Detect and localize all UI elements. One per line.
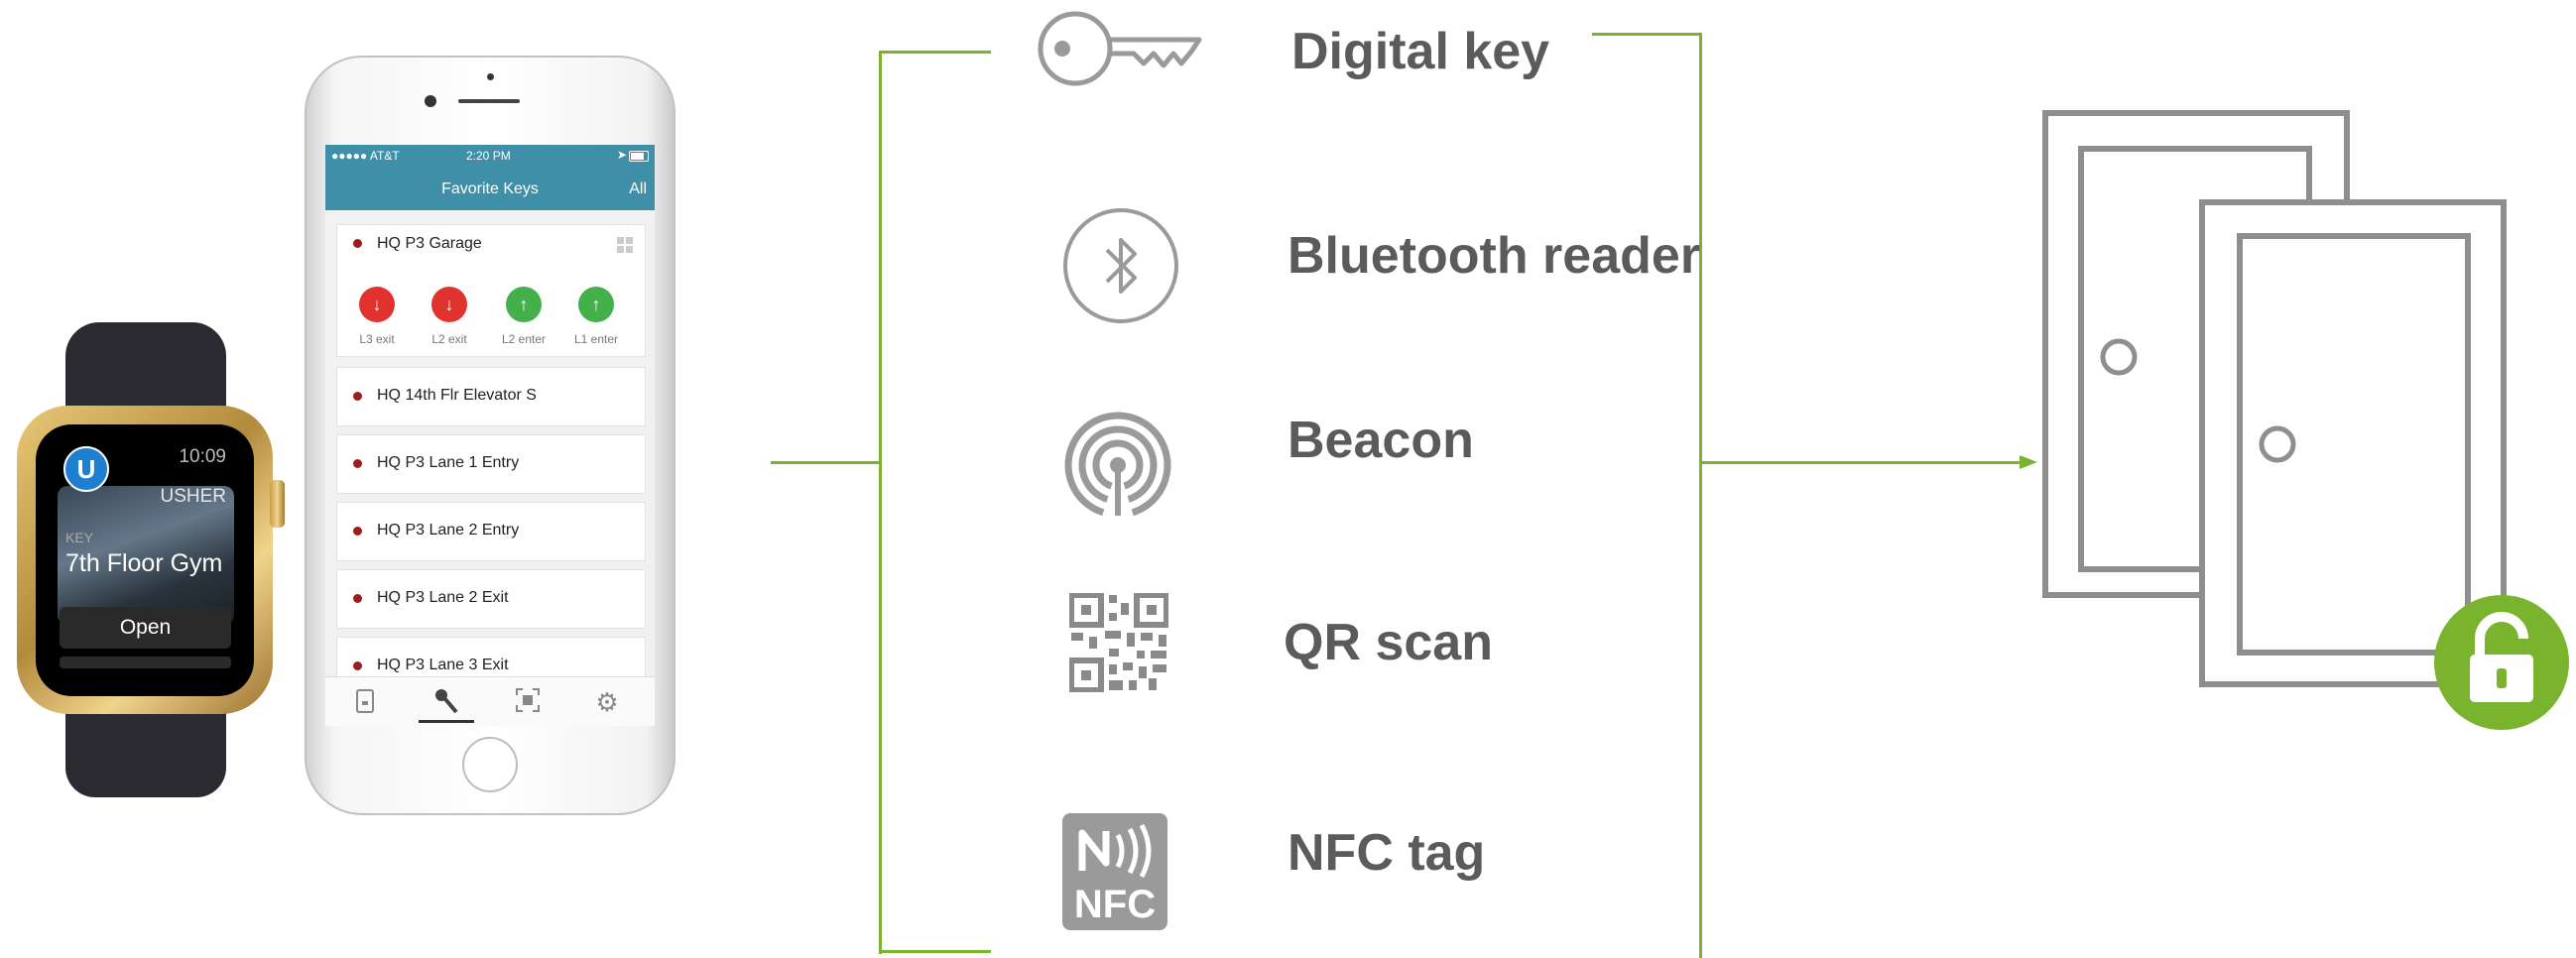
watch-app-logo: U [63, 446, 109, 492]
option-digital-key: Digital key [1291, 23, 1550, 80]
status-carrier: ●●●●● AT&T [331, 149, 400, 163]
key-tab-icon [435, 689, 458, 714]
bluetooth-icon [1063, 208, 1178, 323]
nfc-tag-icon: NFC [1062, 813, 1167, 930]
scan-icon [516, 688, 540, 712]
gate-button-up[interactable]: ↑ [506, 287, 542, 322]
watch-screen: U 10:09 USHER KEY 7th Floor Gym Open [36, 424, 254, 696]
watch-key-name: 7th Floor Gym [65, 549, 223, 577]
phone-sensor [487, 73, 494, 80]
right-bracket-top [1592, 33, 1702, 36]
watch-next-item[interactable] [60, 657, 231, 668]
option-beacon: Beacon [1288, 412, 1474, 469]
beacon-icon [1064, 412, 1171, 520]
gate-button-up[interactable]: ↑ [578, 287, 614, 322]
key-card-label: HQ 14th Flr Elevator S [377, 387, 537, 404]
gate-button-down[interactable]: ↓ [431, 287, 467, 322]
gate-button-caption: L2 exit [431, 332, 467, 346]
nfc-icon-text: NFC [1073, 883, 1157, 926]
left-bracket-top [879, 51, 991, 54]
status-time: 2:20 PM [466, 149, 511, 163]
home-button[interactable] [462, 737, 518, 792]
key-icon [1038, 11, 1202, 86]
gate-button-caption: L1 enter [573, 332, 619, 346]
watch-key-caption: KEY [65, 530, 94, 545]
tab-scan[interactable] [510, 687, 546, 717]
status-dot [353, 661, 362, 670]
arrow-head-icon [2020, 455, 2037, 469]
key-card-label: HQ P3 Lane 1 Entry [377, 454, 520, 471]
unlocked-padlock-icon [2434, 595, 2569, 730]
right-bracket-vertical [1699, 33, 1702, 958]
output-line [1699, 461, 2026, 464]
tab-settings[interactable]: ⚙ [589, 687, 625, 717]
watch-crown[interactable] [270, 480, 285, 528]
gate-button-down[interactable]: ↓ [359, 287, 395, 322]
phone-speaker [458, 99, 520, 103]
option-qr-scan: QR scan [1284, 614, 1493, 671]
watch-open-button[interactable]: Open [60, 607, 231, 649]
left-bracket-bottom [879, 950, 991, 953]
key-card-label: HQ P3 Lane 2 Entry [377, 522, 520, 539]
watch-time: 10:09 [179, 446, 226, 467]
left-bracket-vertical [879, 51, 882, 954]
nav-all-button[interactable]: All [629, 180, 647, 198]
nav-bar: Favorite Keys All [325, 169, 655, 210]
tab-keys[interactable] [419, 687, 474, 723]
key-card[interactable]: HQ P3 Lane 2 Exit [336, 569, 646, 629]
gate-button-caption: L2 enter [501, 332, 547, 346]
nav-title: Favorite Keys [441, 180, 539, 197]
gate-button-caption: L3 exit [359, 332, 395, 346]
key-card[interactable]: HQ P3 Lane 2 Entry [336, 502, 646, 561]
active-tab-indicator [419, 720, 474, 723]
status-dot [353, 527, 362, 536]
location-icon: ➤ [616, 148, 627, 162]
option-nfc-tag: NFC tag [1288, 824, 1486, 882]
status-dot [353, 459, 362, 468]
phone-screen: ●●●●● AT&T 2:20 PM ➤ Favorite Keys All H… [325, 145, 655, 726]
input-line [771, 461, 881, 464]
tab-bar: ⚙ [325, 676, 655, 726]
status-dot [353, 239, 362, 248]
gear-icon: ⚙ [595, 687, 619, 717]
key-card-label: HQ P3 Lane 2 Exit [377, 589, 509, 606]
status-bar: ●●●●● AT&T 2:20 PM ➤ [325, 145, 655, 169]
watch-app-name: USHER [160, 486, 226, 507]
grid-icon[interactable] [617, 237, 633, 253]
watch-strap-top [65, 322, 226, 418]
phone-camera [425, 95, 436, 107]
key-card-expanded[interactable]: HQ P3 Garage ↓ L3 exit ↓ L2 exit ↑ L2 enter ↑ L… [336, 224, 646, 357]
status-dot [353, 594, 362, 603]
badge-icon [356, 689, 374, 713]
key-card[interactable]: HQ P3 Lane 1 Entry [336, 434, 646, 494]
tab-badge[interactable] [347, 687, 383, 717]
battery-icon [629, 151, 649, 162]
option-bluetooth-reader: Bluetooth reader [1288, 227, 1701, 285]
key-card-label: HQ P3 Garage [377, 235, 482, 252]
key-card-label: HQ P3 Lane 3 Exit [377, 657, 509, 673]
status-dot [353, 392, 362, 401]
qr-code-icon [1069, 593, 1168, 692]
nfc-waves-icon [1078, 823, 1152, 879]
key-card[interactable]: HQ 14th Flr Elevator S [336, 367, 646, 426]
